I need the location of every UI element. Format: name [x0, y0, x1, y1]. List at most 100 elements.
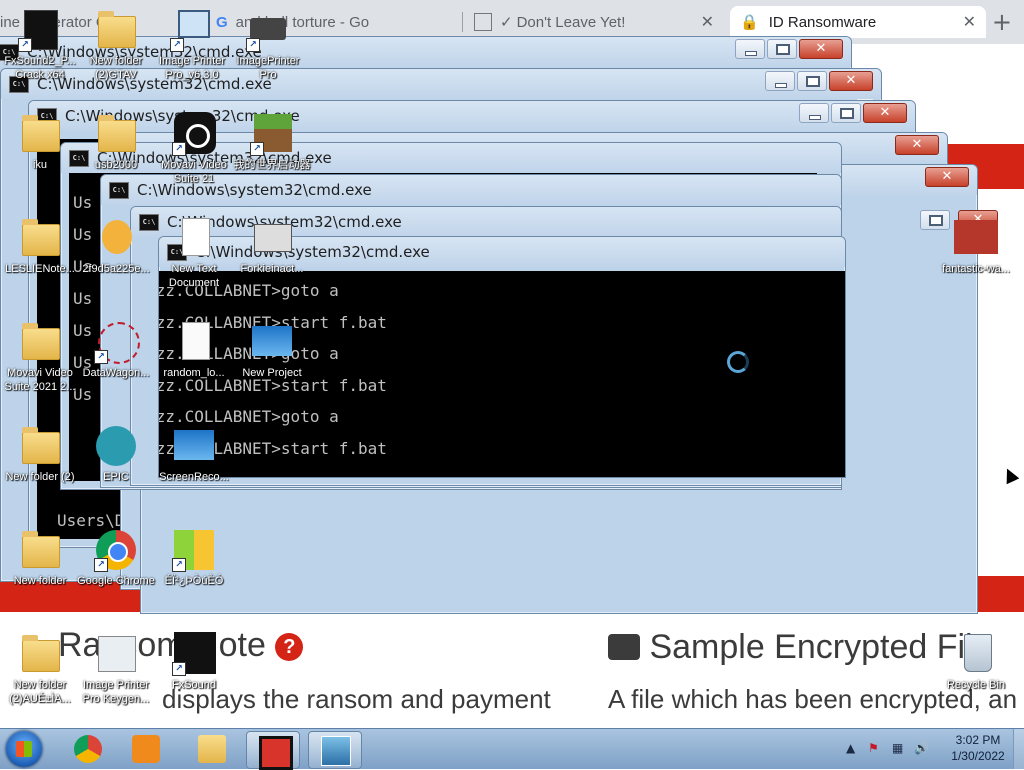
close-button[interactable] — [895, 135, 939, 155]
close-button[interactable] — [925, 167, 969, 187]
text-file-icon — [182, 218, 210, 256]
desktop-icon[interactable]: ↗ ImagePrinter Pro — [228, 8, 308, 82]
shortcut-arrow-icon: ↗ — [250, 142, 264, 156]
close-button[interactable] — [863, 103, 907, 123]
close-tab-icon[interactable]: ✕ — [701, 12, 714, 32]
clock[interactable]: 3:02 PM 1/30/2022 — [946, 732, 1010, 764]
image-icon — [102, 220, 132, 254]
desktop-icon[interactable]: ↗ ÉÏ²¿ÞÒúÈÓ — [154, 528, 234, 588]
desktop-icon[interactable]: iku — [0, 112, 80, 172]
page-icon — [474, 13, 492, 31]
network-icon[interactable]: ▦ — [892, 741, 906, 755]
tab-id-ransomware[interactable]: 🔒 ID Ransomware ✕ — [730, 6, 986, 38]
project-icon — [252, 326, 292, 356]
taskbar-explorer[interactable] — [186, 731, 238, 767]
desktop-icon[interactable]: ↗ DataWagon... — [76, 320, 156, 380]
printer-icon — [250, 18, 286, 40]
close-tab-icon[interactable]: ✕ — [963, 12, 976, 32]
media-player-icon — [132, 735, 160, 763]
desktop-icon[interactable]: usb2000 — [76, 112, 156, 172]
desktop-icon[interactable]: New Text Document — [154, 216, 234, 290]
desktop-icon[interactable]: Movavi Video Suite 2021 2... — [0, 320, 80, 394]
shortcut-arrow-icon: ↗ — [170, 38, 184, 52]
desktop-icon[interactable]: Image Printer Pro Keygen... — [76, 632, 156, 706]
new-tab-button[interactable]: + — [992, 8, 1012, 36]
file-icon — [182, 322, 210, 360]
folder-icon — [98, 11, 136, 48]
chrome-icon — [74, 735, 102, 763]
desktop-icon[interactable]: ↗ Image Printer Pro_v6.3.0 — [152, 8, 232, 82]
desktop-icon[interactable]: 2f9d5a225e... — [76, 216, 156, 276]
desktop-icon[interactable]: ↗ Google Chrome — [76, 528, 156, 588]
desktop-icon[interactable]: New Project — [232, 320, 312, 380]
desktop-icon[interactable]: Recycle Bin — [936, 632, 1016, 692]
desktop-icon[interactable]: ScreenReco... — [154, 424, 234, 484]
desktop-icon[interactable]: ↗ FxSound2_P... Crack x64 — [0, 8, 80, 82]
volume-icon[interactable]: 🔊 — [914, 741, 929, 755]
tab-label: ID Ransomware — [768, 13, 877, 31]
lock-icon: 🔒 — [740, 14, 759, 31]
cmd-group-icon — [321, 736, 351, 766]
desktop-icon[interactable]: Forkieinact... — [232, 216, 312, 276]
folder-icon — [22, 531, 60, 568]
shortcut-arrow-icon: ↗ — [172, 662, 186, 676]
paint-icon — [259, 736, 293, 770]
archive-icon — [254, 224, 292, 252]
folder-icon — [22, 219, 60, 256]
maximize-button[interactable] — [797, 71, 827, 91]
action-center-icon[interactable]: ⚑ — [868, 741, 882, 755]
desktop-icon[interactable]: New folder (2)GTAV — [76, 8, 156, 82]
minimize-button[interactable] — [765, 71, 795, 91]
taskbar-media-player[interactable] — [120, 731, 172, 767]
shortcut-arrow-icon: ↗ — [246, 38, 260, 52]
taskbar-chrome[interactable] — [62, 731, 114, 767]
keygen-icon — [98, 636, 136, 672]
desktop-icon[interactable]: ↗ Movavi Video Suite 21 — [154, 112, 234, 186]
recycle-bin-icon — [964, 634, 992, 672]
minimize-button[interactable] — [799, 103, 829, 123]
minimize-button[interactable] — [735, 39, 765, 59]
clock-date: 1/30/2022 — [951, 749, 1005, 763]
maximize-button[interactable] — [767, 39, 797, 59]
installer-icon — [178, 10, 210, 38]
taskbar-cmd-group[interactable] — [308, 731, 362, 769]
recorder-icon — [174, 430, 214, 460]
taskbar-paint[interactable] — [246, 731, 300, 770]
folder-icon — [22, 115, 60, 152]
maximize-button[interactable] — [831, 103, 861, 123]
desktop-icon[interactable]: New folder — [0, 528, 80, 588]
image-icon — [954, 220, 998, 254]
explorer-icon — [198, 735, 226, 763]
question-icon: ? — [275, 633, 304, 662]
shortcut-arrow-icon: ↗ — [18, 38, 32, 52]
folder-icon — [22, 323, 60, 360]
epic-icon — [96, 426, 136, 466]
shortcut-arrow-icon: ↗ — [172, 142, 186, 156]
desktop-icon[interactable]: random_lo... — [154, 320, 234, 380]
desktop-icon[interactable]: LESLIENote... — [0, 216, 80, 276]
desktop-icon[interactable]: ↗ 我的世界启动器 — [232, 112, 312, 172]
desktop-icon[interactable]: EPIC — [76, 424, 156, 484]
shortcut-arrow-icon: ↗ — [94, 350, 108, 364]
shortcut-arrow-icon: ↗ — [94, 558, 108, 572]
desktop-icon[interactable]: ↗ FxSound — [154, 632, 234, 692]
desktop-icon[interactable]: New folder (2)AUÉ±ÌA... — [0, 632, 80, 706]
tab-dont-leave[interactable]: ✓ Don't Leave Yet! ✕ — [474, 6, 724, 38]
loading-spinner-icon — [727, 351, 749, 373]
folder-icon — [98, 115, 136, 152]
console-line: Us — [73, 193, 93, 212]
desktop-icon[interactable]: New folder (2) — [0, 424, 80, 484]
tray-expand-icon[interactable]: ▲ — [846, 741, 860, 755]
show-desktop-button[interactable] — [1013, 729, 1024, 769]
folder-icon — [22, 427, 60, 464]
tab-separator — [462, 12, 463, 32]
lock-icon — [608, 634, 640, 661]
close-button[interactable] — [799, 39, 843, 59]
start-button[interactable] — [6, 731, 42, 767]
sample-file-heading: Sample Encrypted File — [608, 628, 992, 667]
check-icon: ✓ — [500, 14, 513, 31]
tab-label: Don't Leave Yet! — [516, 13, 626, 31]
close-button[interactable] — [829, 71, 873, 91]
desktop-icon[interactable]: fantastic-wa... — [936, 216, 1016, 276]
folder-icon — [22, 635, 60, 672]
